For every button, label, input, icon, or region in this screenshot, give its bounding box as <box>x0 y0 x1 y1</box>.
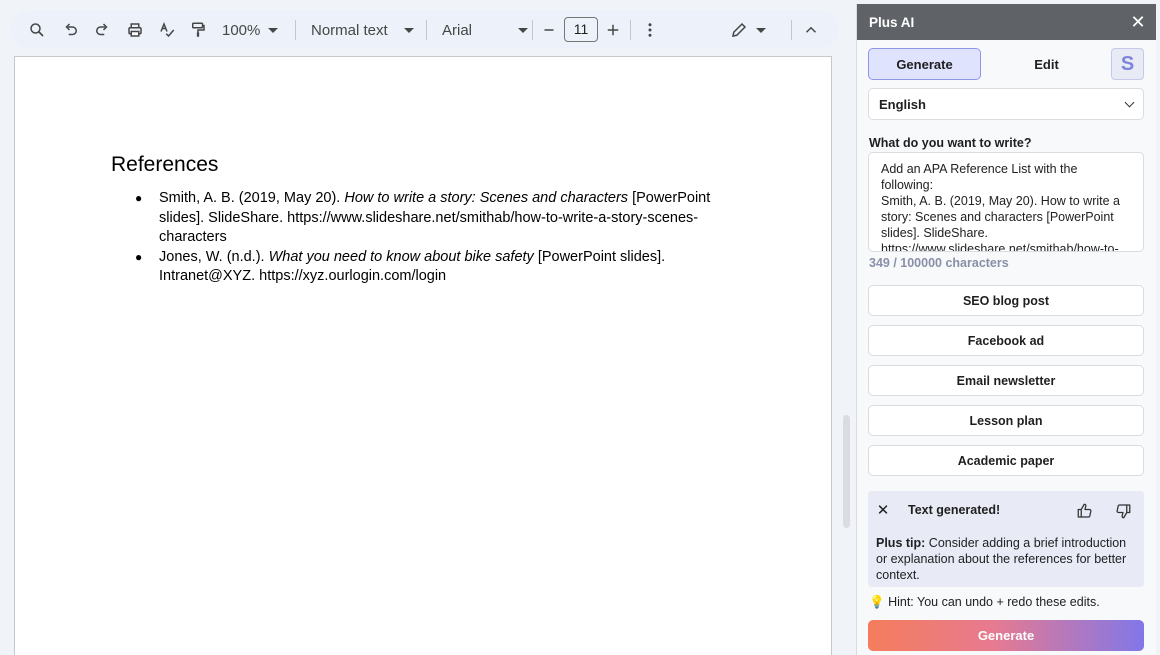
collapse-toolbar-icon[interactable] <box>798 17 824 43</box>
divider <box>630 20 631 40</box>
chevron-down-icon <box>268 28 278 33</box>
reference-title: What you need to know about bike safety <box>269 249 534 265</box>
thumbs-up-icon[interactable] <box>1074 500 1096 522</box>
divider <box>532 20 533 40</box>
paint-format-icon[interactable] <box>185 17 211 43</box>
tip-label: Plus tip: <box>876 536 925 550</box>
avatar[interactable]: S <box>1111 48 1144 80</box>
hint-label: Hint: You can undo + redo these edits. <box>888 595 1100 609</box>
template-lesson-plan-button[interactable]: Lesson plan <box>868 405 1144 436</box>
style-value: Normal text <box>311 22 388 39</box>
close-icon[interactable]: ✕ <box>874 499 892 521</box>
hint-text: 💡 Hint: You can undo + redo these edits. <box>869 595 1100 610</box>
template-academic-paper-button[interactable]: Academic paper <box>868 445 1144 476</box>
decrease-font-size-icon[interactable] <box>536 17 562 43</box>
list-item: ● Jones, W. (n.d.). What you need to kno… <box>135 248 725 287</box>
style-select[interactable]: Normal text <box>311 17 414 43</box>
plus-ai-panel: Plus AI ✕ Generate Edit S English What d… <box>856 4 1156 655</box>
divider <box>426 20 427 40</box>
tab-edit[interactable]: Edit <box>990 48 1103 80</box>
zoom-value: 100% <box>222 22 260 39</box>
spellcheck-icon[interactable] <box>154 17 180 43</box>
template-seo-blog-post-button[interactable]: SEO blog post <box>868 285 1144 316</box>
template-email-newsletter-button[interactable]: Email newsletter <box>868 365 1144 396</box>
chevron-down-icon <box>756 28 766 33</box>
plus-tip: Plus tip: Consider adding a brief introd… <box>876 535 1140 583</box>
list-item: ● Smith, A. B. (2019, May 20). How to wr… <box>135 189 725 248</box>
mode-tabs: Generate Edit S <box>868 48 1144 80</box>
template-facebook-ad-button[interactable]: Facebook ad <box>868 325 1144 356</box>
bullet: ● <box>135 248 142 268</box>
chevron-down-icon <box>404 28 414 33</box>
reference-author: Jones, W. (n.d.). <box>159 249 269 265</box>
panel-header: Plus AI ✕ <box>857 4 1156 40</box>
font-value: Arial <box>442 22 472 39</box>
close-icon[interactable]: ✕ <box>1120 4 1156 40</box>
print-icon[interactable] <box>122 17 148 43</box>
reference-list: ● Smith, A. B. (2019, May 20). How to wr… <box>135 189 725 287</box>
redo-icon[interactable] <box>89 17 115 43</box>
language-value: English <box>879 97 926 112</box>
chevron-down-icon <box>1125 97 1135 107</box>
font-select[interactable]: Arial <box>442 17 528 43</box>
tab-generate[interactable]: Generate <box>868 48 981 80</box>
doc-heading: References <box>111 153 218 177</box>
language-select[interactable]: English <box>868 88 1144 120</box>
prompt-label: What do you want to write? <box>869 136 1032 150</box>
lightbulb-icon: 💡 <box>869 595 885 609</box>
chevron-down-icon <box>518 28 528 33</box>
divider <box>791 20 792 40</box>
scrollbar[interactable] <box>843 415 850 528</box>
increase-font-size-icon[interactable] <box>600 17 626 43</box>
bullet: ● <box>135 189 142 209</box>
editing-mode-button[interactable] <box>728 17 768 43</box>
reference-author: Smith, A. B. (2019, May 20). <box>159 190 344 206</box>
pencil-icon <box>730 21 748 39</box>
font-size-input[interactable]: 11 <box>564 17 598 42</box>
prompt-textarea[interactable]: Add an APA Reference List with the follo… <box>868 152 1144 252</box>
undo-icon[interactable] <box>58 17 84 43</box>
result-title: Text generated! <box>908 503 1000 517</box>
more-options-icon[interactable] <box>637 17 663 43</box>
panel-title: Plus AI <box>869 15 914 30</box>
document-page[interactable]: References ● Smith, A. B. (2019, May 20)… <box>14 56 832 655</box>
search-icon[interactable] <box>24 17 50 43</box>
character-count: 349 / 100000 characters <box>869 256 1009 270</box>
divider <box>295 20 296 40</box>
result-notice: ✕ Text generated! Plus tip: Consider add… <box>868 491 1144 587</box>
toolbar: 100% Normal text Arial 11 <box>10 10 839 49</box>
reference-title: How to write a story: Scenes and charact… <box>344 190 628 206</box>
generate-button[interactable]: Generate <box>868 620 1144 651</box>
zoom-select[interactable]: 100% <box>222 17 278 43</box>
thumbs-down-icon[interactable] <box>1112 500 1134 522</box>
